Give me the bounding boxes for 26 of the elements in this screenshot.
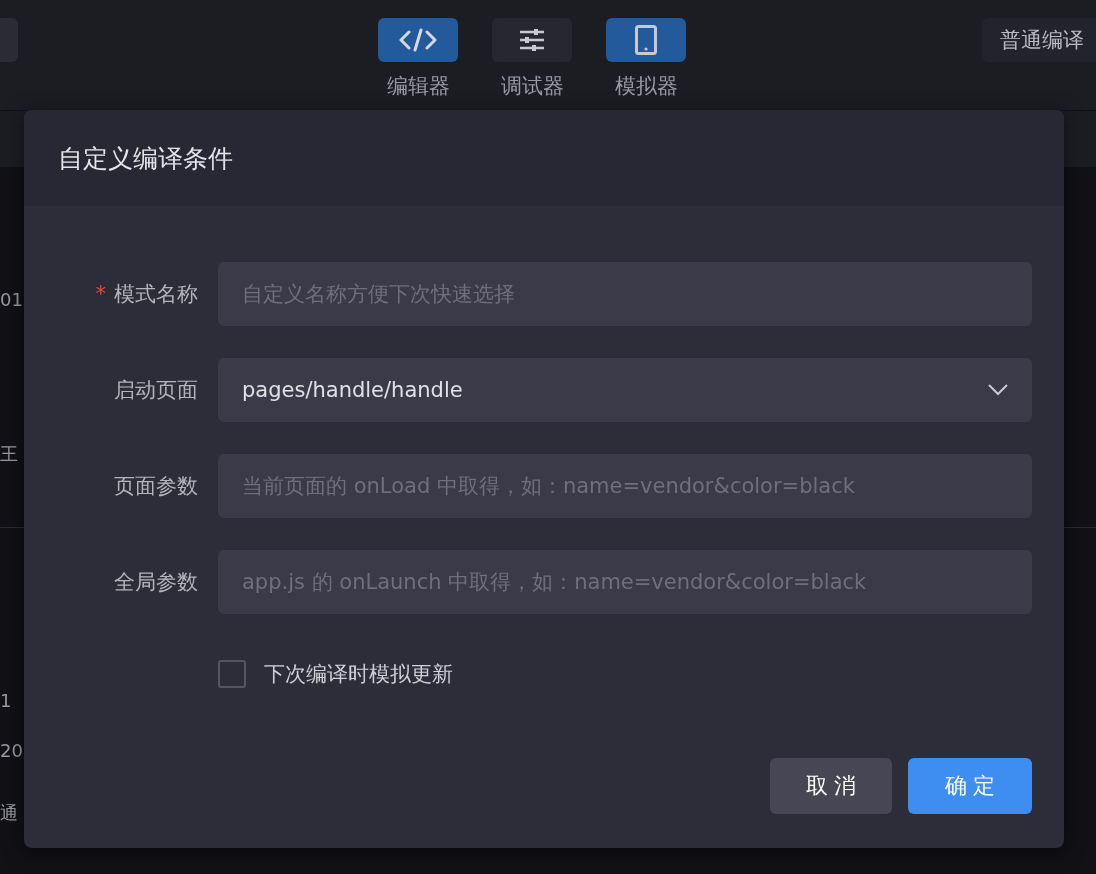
text-fragment: 1 <box>0 689 12 713</box>
field-label: 页面参数 <box>113 473 198 500</box>
tool-label: 调试器 <box>500 73 564 100</box>
sliders-icon <box>519 29 545 51</box>
compile-mode-button[interactable]: 普通编译 <box>982 18 1096 62</box>
checkbox-label: 下次编译时模拟更新 <box>264 661 453 688</box>
dialog-title: 自定义编译条件 <box>58 142 233 175</box>
field-label: 模式名称 <box>114 282 198 306</box>
tool-label: 编辑器 <box>386 73 450 100</box>
code-icon <box>399 28 437 52</box>
text-fragment: 通 <box>0 801 18 825</box>
tool-button[interactable] <box>606 18 686 62</box>
chevron-down-icon <box>988 384 1008 396</box>
field-label: 全局参数 <box>113 569 198 596</box>
cancel-button[interactable]: 取 消 <box>770 758 892 814</box>
required-mark: * <box>95 282 106 306</box>
tool-button[interactable] <box>492 18 572 62</box>
tool-label: 模拟器 <box>614 73 678 100</box>
select-field[interactable]: pages/handle/handle <box>218 358 1032 422</box>
text-fragment: 王 <box>0 442 18 466</box>
checkbox[interactable] <box>218 660 246 688</box>
text-fragment: 20 <box>0 739 23 763</box>
tablet-icon <box>635 25 657 55</box>
tool-button[interactable] <box>378 18 458 62</box>
text-fragment: 01 <box>0 288 23 312</box>
field-label: 启动页面 <box>113 377 198 404</box>
